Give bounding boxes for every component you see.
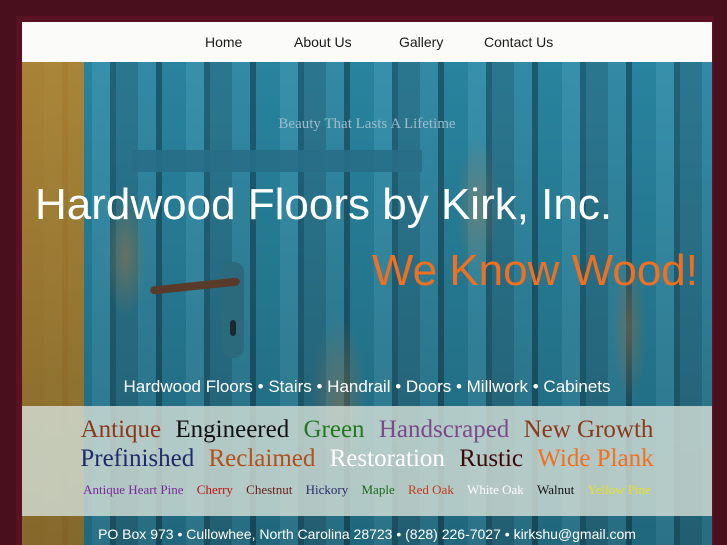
species-maple: Maple [361,482,395,497]
nav-home-link[interactable]: Home [205,34,242,50]
keyword-prefinished: Prefinished [80,445,195,472]
species-walnut: Walnut [537,482,575,497]
nav-about-us-link[interactable]: About Us [294,34,352,50]
species-chestnut: Chestnut [246,482,293,497]
nav-gallery-link[interactable]: Gallery [399,34,443,50]
species-yellow-pine: Yellow Pine [587,482,651,497]
keyword-reclaimed: Reclaimed [208,445,316,472]
keyword-restoration: Restoration [329,445,445,472]
nav-contact-us-link[interactable]: Contact Us [484,34,553,50]
site-title: Hardwood Floors by Kirk, Inc. [35,180,613,229]
keyword-row-species: Antique Heart Pine Cherry Chestnut Hicko… [22,482,712,498]
keywords-band: Antique Engineered Green Handscraped New… [22,406,712,516]
species-white-oak: White Oak [467,482,524,497]
contact-footer: PO Box 973 • Cullowhee, North Carolina 2… [98,526,636,542]
tagline: Beauty That Lasts A Lifetime [278,116,456,132]
keyword-rustic: Rustic [459,445,524,472]
keyword-engineered: Engineered [175,416,290,443]
keyword-antique: Antique [80,416,162,443]
hero-banner: Beauty That Lasts A Lifetime Hardwood Fl… [22,62,712,545]
keyword-row-finishes: Prefinished Reclaimed Restoration Rustic… [22,445,712,473]
keyhole-icon [230,320,236,336]
door-rail [132,150,422,172]
slogan: We Know Wood! [371,246,698,295]
keyword-new-growth: New Growth [523,416,654,443]
door-lock-plate [222,262,244,358]
species-red-oak: Red Oak [407,482,454,497]
keyword-row-styles: Antique Engineered Green Handscraped New… [22,416,712,444]
top-navigation: Home About Us Gallery Contact Us [22,22,712,62]
keyword-handscraped: Handscraped [378,416,510,443]
species-cherry: Cherry [196,482,233,497]
species-antique-heart-pine: Antique Heart Pine [83,482,184,497]
services-list: Hardwood Floors • Stairs • Handrail • Do… [123,377,611,396]
keyword-wide-plank: Wide Plank [537,445,654,472]
species-hickory: Hickory [305,482,349,497]
keyword-green: Green [303,416,365,443]
